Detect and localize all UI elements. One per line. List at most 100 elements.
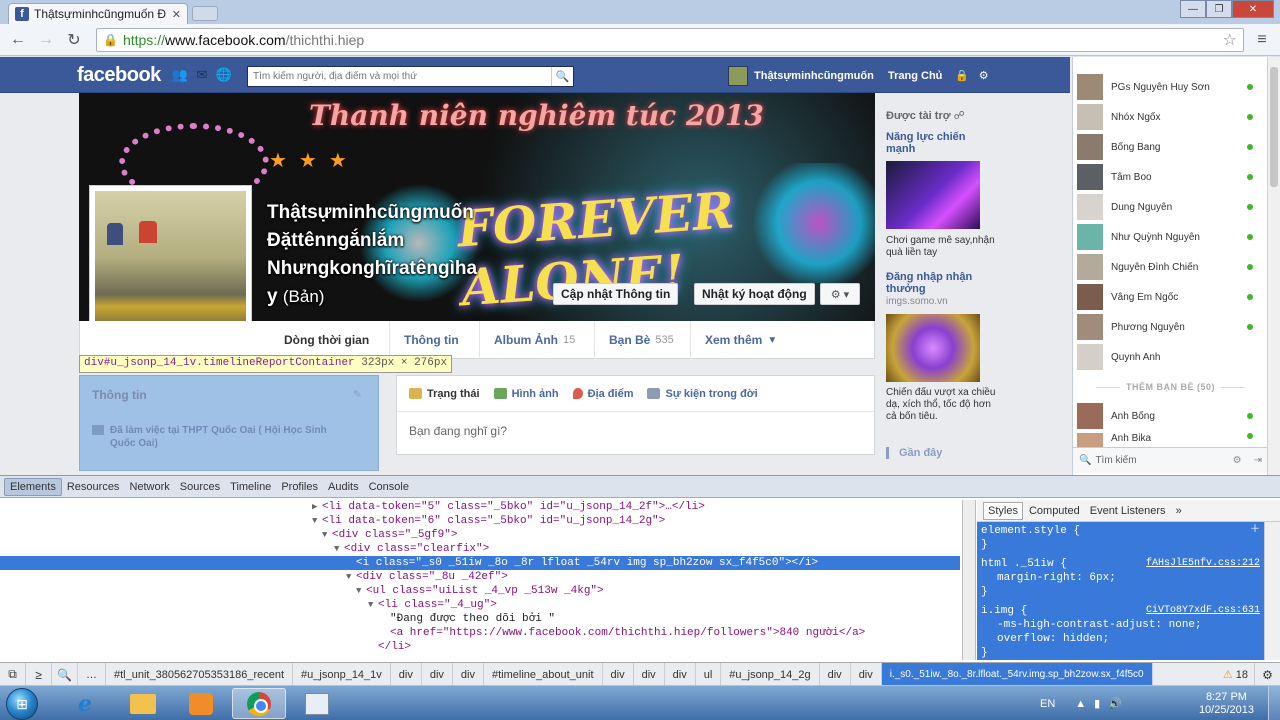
chat-friend[interactable]: Phương Nguyễn	[1077, 314, 1263, 340]
chat-friend[interactable]: Nguyễn Đình Chiến	[1077, 254, 1263, 280]
rule-source-link[interactable]: fAHsJlE5nfv.css:212	[1146, 557, 1260, 571]
settings-gear-icon[interactable]: ⚙	[979, 69, 989, 82]
rule-property[interactable]: -ms-high-contrast-adjust: none;	[981, 618, 1260, 632]
messages-icon[interactable]: ✉	[194, 67, 210, 82]
devtools-tab-audits[interactable]: Audits	[323, 479, 364, 495]
devtools-tab-elements[interactable]: Elements	[4, 477, 62, 496]
console-drawer-icon[interactable]: ≥	[26, 662, 52, 687]
cover-gear-dropdown[interactable]: ⚙ ▾	[820, 283, 860, 305]
window-close-button[interactable]: ✕	[1232, 0, 1274, 18]
devtools-tab-console[interactable]: Console	[364, 479, 414, 495]
chat-search-bar[interactable]: 🔍 Tìm kiếm ⚙ ⇥	[1073, 447, 1268, 473]
dock-toggle-icon[interactable]: ⧉	[0, 662, 26, 687]
dom-node[interactable]: ▼ <div class="clearfix">	[0, 542, 960, 556]
close-tab-icon[interactable]: ✕	[172, 8, 181, 21]
devtools-tab-resources[interactable]: Resources	[62, 479, 125, 495]
taskbar-chrome[interactable]	[232, 688, 286, 719]
chat-friend[interactable]: Nhóx Ngốx	[1077, 104, 1263, 130]
breadcrumb-item[interactable]: div	[453, 662, 484, 687]
address-bar[interactable]: 🔒 https://www.facebook.com/thichthi.hiep…	[96, 27, 1244, 52]
styles-tab-computed[interactable]: Computed	[1025, 503, 1084, 519]
volume-icon[interactable]: 🔊	[1108, 697, 1122, 710]
rule-source-link[interactable]: CiVTo8Y7xdF.css:631	[1146, 604, 1260, 618]
composer-tab-place[interactable]: Địa điểm	[572, 388, 633, 400]
forward-arrow-icon[interactable]: →	[34, 28, 58, 52]
dom-node[interactable]: ▼ <ul class="uiList _4_vp _513w _4kg">	[0, 584, 960, 598]
ad-image[interactable]	[886, 161, 980, 229]
tab-timeline[interactable]: Dòng thời gian	[270, 321, 383, 359]
styles-tab-styles[interactable]: Styles	[983, 501, 1023, 520]
composer-tab-photo[interactable]: Hình ảnh	[493, 388, 559, 400]
ad-title[interactable]: Năng lực chiến mạnh	[886, 131, 986, 155]
work-item[interactable]: Đã làm việc tại THPT Quốc Oai ( Hội Học …	[92, 424, 352, 450]
more-tabs-chevron-icon[interactable]: »	[1172, 503, 1186, 519]
ad-image[interactable]	[886, 314, 980, 382]
language-indicator[interactable]: EN	[1040, 698, 1055, 710]
ad-choices-icon[interactable]: ☍	[954, 110, 965, 122]
network-icon[interactable]: ▮	[1094, 697, 1100, 710]
popout-icon[interactable]: ⇥	[1254, 455, 1262, 466]
chat-settings-gear-icon[interactable]: ⚙	[1233, 455, 1242, 466]
collapse-triangle-icon[interactable]: ▼	[334, 542, 344, 556]
inspect-search-icon[interactable]: 🔍	[52, 662, 78, 687]
tray-expand-icon[interactable]: ▲	[1075, 698, 1086, 710]
scrollbar-thumb[interactable]	[1270, 67, 1278, 187]
rule-property[interactable]: overflow: hidden;	[981, 632, 1260, 646]
dom-node[interactable]: ▼ <div class="_5gf9">	[0, 528, 960, 542]
reload-icon[interactable]: ↻	[62, 28, 86, 52]
dom-node[interactable]: </li>	[0, 640, 960, 654]
breadcrumb-item[interactable]: div	[391, 662, 422, 687]
devtools-tab-profiles[interactable]: Profiles	[276, 479, 323, 495]
show-desktop-button[interactable]	[1268, 686, 1280, 720]
devtools-tab-sources[interactable]: Sources	[175, 479, 225, 495]
breadcrumb-item[interactable]: #tl_unit_380562705353186_recent	[106, 662, 294, 687]
style-rule[interactable]: i.img { CiVTo8Y7xdF.css:631 -ms-high-con…	[981, 604, 1260, 660]
breadcrumb-item[interactable]: #timeline_about_unit	[484, 662, 603, 687]
collapse-triangle-icon[interactable]: ▼	[368, 598, 378, 612]
new-tab-button[interactable]	[192, 6, 218, 21]
profile-shortcut[interactable]: Thậtsựminhcũngmuốn	[728, 66, 874, 86]
page-scrollbar[interactable]	[1267, 57, 1280, 475]
composer-tab-life-event[interactable]: Sự kiện trong đời	[647, 388, 758, 400]
update-info-button[interactable]: Cập nhật Thông tin	[553, 283, 679, 305]
breadcrumb-item[interactable]: div	[634, 662, 665, 687]
breadcrumb-ellipsis[interactable]: …	[78, 662, 106, 687]
ad-title[interactable]: Đăng nhập nhận thưởng	[886, 271, 986, 295]
breadcrumb-selected[interactable]: i._s0._51iw._8o._8r.lfloat._54rv.img.sp_…	[881, 662, 1153, 687]
browser-tab[interactable]: f Thậtsựminhcũngmuốn Đ ✕	[8, 3, 188, 24]
breadcrumb-item[interactable]: div	[422, 662, 453, 687]
chat-search-input[interactable]: Tìm kiếm	[1095, 455, 1136, 466]
home-link[interactable]: Trang Chủ	[888, 70, 942, 82]
bookmark-star-icon[interactable]: ☆	[1223, 30, 1237, 50]
tab-more[interactable]: Xem thêm ▼	[690, 321, 791, 359]
tab-about[interactable]: Thông tin	[389, 321, 473, 359]
chat-friend[interactable]: Dung Nguyễn	[1077, 194, 1263, 220]
dom-node[interactable]: ▶ <li data-token="5" class="_5bko" id="u_…	[0, 500, 960, 514]
expand-triangle-icon[interactable]: ▶	[312, 500, 322, 514]
maximize-button[interactable]: ❐	[1206, 0, 1232, 18]
settings-gear-icon[interactable]: ⚙	[1254, 662, 1280, 687]
chat-friend[interactable]: Như Quỳnh Nguyễn	[1077, 224, 1263, 250]
chrome-menu-icon[interactable]: ≡	[1250, 28, 1274, 52]
chat-friend[interactable]: Quynh Anh	[1077, 344, 1263, 370]
dom-node[interactable]: ▼ <li class="_4_ug">	[0, 598, 960, 612]
breadcrumb-item[interactable]: div	[851, 662, 882, 687]
collapse-triangle-icon[interactable]: ▼	[346, 570, 356, 584]
notifications-globe-icon[interactable]: 🌐	[216, 67, 232, 82]
new-rule-plus-icon[interactable]: ＋	[1250, 524, 1260, 538]
search-input[interactable]	[248, 71, 551, 82]
dom-node[interactable]: ▼ <li data-token="6" class="_5bko" id="u_…	[0, 514, 960, 528]
clock[interactable]: 8:27 PM 10/25/2013	[1199, 691, 1254, 717]
rule-property[interactable]: margin-right: 6px;	[981, 571, 1260, 585]
chat-friend[interactable]: Ánh Bống	[1077, 403, 1263, 429]
style-rule[interactable]: element.style { } ＋	[981, 524, 1260, 552]
devtools-tab-timeline[interactable]: Timeline	[225, 479, 276, 495]
status-input[interactable]: Bạn đang nghĩ gì?	[397, 412, 874, 450]
chat-friend[interactable]: Vâng Em Ngốc	[1077, 284, 1263, 310]
style-rule[interactable]: html ._51iw { fAHsJlE5nfv.css:212 margin…	[981, 557, 1260, 599]
collapse-triangle-icon[interactable]: ▼	[356, 584, 366, 598]
breadcrumb-item[interactable]: ul	[696, 662, 722, 687]
warnings-counter[interactable]: ⚠ 18	[1217, 668, 1254, 682]
profile-display-name[interactable]: Thậtsựminhcũngmuốn Đặttênngắnlắm Nhưngko…	[267, 199, 537, 311]
dom-node-selected[interactable]: <i class="_s0 _51iw _8o _8r lfloat _54rv…	[0, 556, 960, 570]
